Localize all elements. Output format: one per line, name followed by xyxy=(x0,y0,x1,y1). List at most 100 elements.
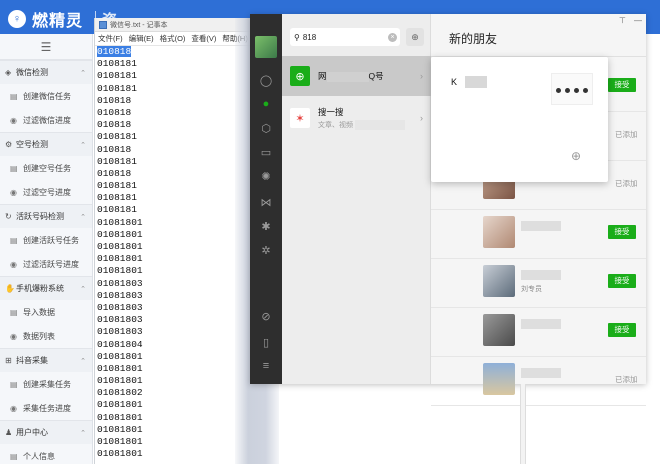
notepad-text-area[interactable]: 010818 0108181 0108181 0108181 010818 010818 0… xyxy=(95,46,255,460)
sidebar-group-2[interactable]: ↻ 活跃号码检测 ⌃ xyxy=(0,204,92,228)
text-line: 01081801 xyxy=(95,399,255,411)
sidebar-item-label: 创建微信任务 xyxy=(23,91,71,101)
text-line: 01081803 xyxy=(95,302,255,314)
text-line-content: 01081801 xyxy=(97,241,143,252)
text-line: 01081801 xyxy=(95,265,255,277)
notepad-menu-item[interactable]: 查看(V) xyxy=(191,33,216,44)
sidebar-nav: ◈ 微信检测 ⌃ ▤ 创建微信任务 ◉ 过滤微信进度 ⚙ 空号检测 ⌃ ▤ 创建空号任务 ◉ 过滤空号进度… xyxy=(0,60,92,464)
text-line: 01081803 xyxy=(95,326,255,338)
chat-icon[interactable]: ◯ xyxy=(250,74,282,87)
text-line: 0108181 xyxy=(95,192,255,204)
accept-button[interactable]: 接受 xyxy=(608,78,636,92)
text-line: 01081801 xyxy=(95,424,255,436)
text-line-content: 01081802 xyxy=(97,387,143,399)
added-status: 已添加 xyxy=(615,130,638,139)
accept-button[interactable]: 接受 xyxy=(608,225,636,239)
friend-request-row[interactable]: 已添加 xyxy=(431,354,646,406)
sidebar-item-2-1[interactable]: ◉ 过滤活跃号进度 xyxy=(0,252,92,276)
app-name: 燃精灵 xyxy=(32,13,84,30)
sidebar-item-4-0[interactable]: ▤ 创建采集任务 xyxy=(0,372,92,396)
add-friend-button[interactable]: ⊕ xyxy=(406,28,424,46)
item-icon: ▤ xyxy=(10,163,18,173)
favorites-icon[interactable]: ⬡ xyxy=(250,122,282,135)
moments-icon[interactable]: ✺ xyxy=(250,170,282,183)
notepad-menu-item[interactable]: 格式(O) xyxy=(160,33,186,44)
chevron-up-icon: ⌃ xyxy=(80,69,86,77)
text-line-content: 0108181 xyxy=(97,192,137,204)
sidebar-item-0-0[interactable]: ▤ 创建微信任务 xyxy=(0,84,92,108)
accept-button[interactable]: 接受 xyxy=(608,323,636,337)
item-icon: ▤ xyxy=(10,307,18,317)
text-line: 0108181 xyxy=(95,204,255,216)
contacts-icon[interactable]: ● xyxy=(250,98,282,110)
sidebar-group-1[interactable]: ⚙ 空号检测 ⌃ xyxy=(0,132,92,156)
mini-program-icon[interactable]: ✲ xyxy=(250,244,282,257)
close-icon[interactable]: × xyxy=(388,32,397,42)
chevron-up-icon: ⌃ xyxy=(80,429,86,437)
text-line: 01081801 xyxy=(95,412,255,424)
sidebar-item-3-1[interactable]: ◉ 数据列表 xyxy=(0,324,92,348)
accept-button[interactable]: 接受 xyxy=(608,274,636,288)
row-prefix: 网 xyxy=(318,71,327,81)
friend-request-row[interactable]: 接受 xyxy=(431,305,646,357)
mosaic-blur xyxy=(326,71,369,82)
text-line: 01081801 xyxy=(95,229,255,241)
sidebar-item-label: 导入数据 xyxy=(23,307,55,317)
chevron-right-icon: › xyxy=(420,113,423,123)
menu-icon[interactable]: ≡ xyxy=(250,360,282,372)
list-item-network-search[interactable]: ⊕ 网 Q号 › xyxy=(282,56,431,96)
sidebar-item-1-1[interactable]: ◉ 过滤空号进度 xyxy=(0,180,92,204)
friend-request-row[interactable]: 刘专员 接受 xyxy=(431,256,646,308)
text-line-content: 01081801 xyxy=(97,375,143,387)
phone-icon[interactable]: ▯ xyxy=(250,336,282,349)
sidebar-item-5-0[interactable]: ▤ 个人信息 xyxy=(0,444,92,464)
sidebar-group-0[interactable]: ◈ 微信检测 ⌃ xyxy=(0,60,92,84)
sidebar-item-1-0[interactable]: ▤ 创建空号任务 xyxy=(0,156,92,180)
contact-list-panel: ⚲ 818 × ⊕ ⊕ 网 Q号 › ✶ 搜一搜 文章、视频 › xyxy=(282,14,431,384)
avatar[interactable] xyxy=(483,314,515,346)
sidebar-item-3-0[interactable]: ▤ 导入数据 xyxy=(0,300,92,324)
sidebar-group-5[interactable]: ♟ 用户中心 ⌃ xyxy=(0,420,92,444)
user-avatar[interactable] xyxy=(255,36,277,58)
add-user-icon[interactable]: ⊕ xyxy=(571,149,581,163)
row-suffix: Q号 xyxy=(368,71,384,81)
minimize-icon[interactable]: — xyxy=(634,16,642,25)
text-line-content: 01081803 xyxy=(97,326,143,338)
sidebar-item-label: 个人信息 xyxy=(23,451,55,461)
text-line: 0108181 xyxy=(95,70,255,82)
gear-icon[interactable]: ✱ xyxy=(250,220,282,233)
text-line-content: 01081803 xyxy=(97,301,143,313)
notepad-window: 微信号.txt - 记事本 文件(F)编辑(E)格式(O)查看(V)帮助(H) … xyxy=(94,18,279,464)
chevron-up-icon: ⌃ xyxy=(80,141,86,149)
text-line-content: 01081801 xyxy=(97,448,143,460)
item-icon: ▤ xyxy=(10,235,18,245)
page-title: 新的朋友 xyxy=(449,32,498,46)
notepad-menu-item[interactable]: 编辑(E) xyxy=(129,33,154,44)
search-input[interactable]: ⚲ 818 × xyxy=(290,28,400,46)
list-item-souyisou[interactable]: ✶ 搜一搜 文章、视频 › xyxy=(282,98,431,138)
friend-request-row[interactable]: 接受 xyxy=(431,207,646,259)
text-line-content: 010818 xyxy=(97,106,132,118)
scrollbar[interactable] xyxy=(520,384,526,464)
item-icon: ◉ xyxy=(10,259,17,269)
pin-icon[interactable]: ⊤ xyxy=(619,16,626,25)
text-line-content: 010818 xyxy=(97,143,132,155)
text-line-content: 01081803 xyxy=(97,277,143,289)
channels-icon[interactable]: ⋈ xyxy=(250,196,282,209)
sidebar-group-3[interactable]: ✋ 手机爆粉系统 ⌃ xyxy=(0,276,92,300)
notepad-titlebar: 微信号.txt - 记事本 xyxy=(95,18,254,32)
sidebar-item-4-1[interactable]: ◉ 采集任务进度 xyxy=(0,396,92,420)
sidebar-group-4[interactable]: ⊞ 抖音采集 ⌃ xyxy=(0,348,92,372)
notepad-menu-item[interactable]: 文件(F) xyxy=(98,33,123,44)
text-line-content: 0108181 xyxy=(97,180,137,192)
avatar[interactable] xyxy=(483,363,515,395)
link-icon[interactable]: ⊘ xyxy=(250,310,282,323)
folder-icon[interactable]: ▭ xyxy=(250,146,282,159)
sidebar-item-0-1[interactable]: ◉ 过滤微信进度 xyxy=(0,108,92,132)
notepad-icon xyxy=(99,20,107,29)
avatar[interactable] xyxy=(483,216,515,248)
avatar[interactable] xyxy=(483,265,515,297)
sidebar-item-2-0[interactable]: ▤ 创建活跃号任务 xyxy=(0,228,92,252)
added-status: 已添加 xyxy=(615,375,638,384)
menu-toggle-icon[interactable]: ☰ xyxy=(0,34,92,60)
